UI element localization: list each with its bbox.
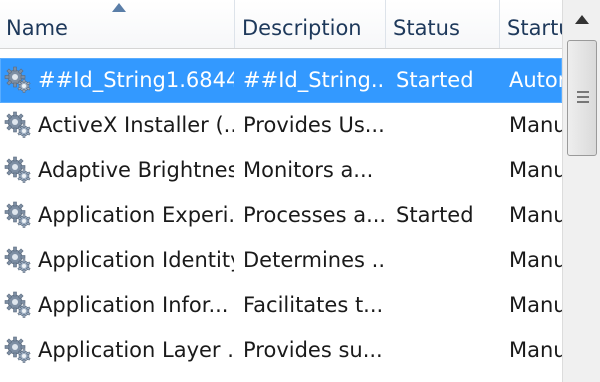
services-list[interactable]: Name Description Status Startu ##Id_Stri… [0, 0, 562, 382]
scroll-up-button[interactable] [565, 0, 599, 38]
service-description: Monitors a... [243, 158, 374, 182]
service-name: ##Id_String1.6844... [38, 68, 234, 92]
column-header-name[interactable]: Name [0, 0, 235, 48]
vertical-scrollbar[interactable] [562, 0, 600, 382]
service-description: Determines ... [243, 248, 385, 272]
service-startup-type: Manu [509, 293, 562, 317]
service-status [396, 103, 500, 148]
column-header-status[interactable]: Status [387, 0, 500, 48]
service-description: ##Id_String... [243, 68, 385, 92]
column-header-startup[interactable]: Startu [501, 0, 562, 48]
rows-container: ##Id_String1.6844... ##Id_String... Starte… [0, 58, 562, 373]
service-name: Application Infor... [38, 293, 229, 317]
service-startup-type: Manu [509, 158, 562, 182]
service-row[interactable]: Application Experi... Processes a... Start… [0, 193, 562, 238]
service-row[interactable]: ActiveX Installer (... Provides Us... Manu [0, 103, 562, 148]
service-row[interactable]: Application Infor... Facilitates t... Manu [0, 283, 562, 328]
service-name: Adaptive Brightness [38, 158, 234, 182]
service-row[interactable]: Application Identity Determines ... Manu [0, 238, 562, 283]
sort-ascending-icon [112, 3, 126, 12]
service-gear-icon [4, 111, 31, 138]
thumb-grip-line [577, 96, 589, 98]
service-name: ActiveX Installer (... [38, 113, 234, 137]
service-gear-icon [4, 156, 31, 183]
service-description: Processes a... [243, 203, 385, 227]
service-status [396, 238, 500, 283]
column-header-description[interactable]: Description [236, 0, 386, 48]
service-startup-type: Manu [509, 203, 562, 227]
column-header-row: Name Description Status Startu [0, 0, 562, 49]
service-status [396, 283, 500, 328]
thumb-grip-line [577, 91, 589, 93]
scroll-up-arrow-icon [575, 14, 589, 24]
service-status: Started [396, 203, 474, 227]
column-header-description-label: Description [242, 16, 362, 40]
service-gear-icon [4, 246, 31, 273]
service-description: Provides su... [243, 338, 383, 362]
service-status [396, 328, 500, 373]
service-startup-type: Autor [509, 68, 562, 92]
service-startup-type: Manu [509, 248, 562, 272]
service-gear-icon [4, 201, 31, 228]
service-status: Started [396, 68, 474, 92]
service-row[interactable]: Adaptive Brightness Monitors a... Manu [0, 148, 562, 193]
service-name: Application Identity [38, 248, 234, 272]
scrollbar-thumb[interactable] [567, 40, 597, 156]
service-description: Provides Us... [243, 113, 385, 137]
service-gear-icon [4, 66, 31, 93]
service-status [396, 148, 500, 193]
service-name: Application Experi... [38, 203, 234, 227]
service-startup-type: Manu [509, 113, 562, 137]
column-header-startup-label: Startu [507, 16, 562, 40]
service-row[interactable]: ##Id_String1.6844... ##Id_String... Starte… [0, 58, 562, 103]
service-description: Facilitates t... [243, 293, 384, 317]
service-name: Application Layer ... [38, 338, 234, 362]
thumb-grip-line [577, 101, 589, 103]
column-header-name-label: Name [6, 16, 68, 40]
column-header-status-label: Status [393, 16, 460, 40]
service-row[interactable]: Application Layer ... Provides su... Manu [0, 328, 562, 373]
service-gear-icon [4, 291, 31, 318]
service-gear-icon [4, 336, 31, 363]
service-startup-type: Manu [509, 338, 562, 362]
